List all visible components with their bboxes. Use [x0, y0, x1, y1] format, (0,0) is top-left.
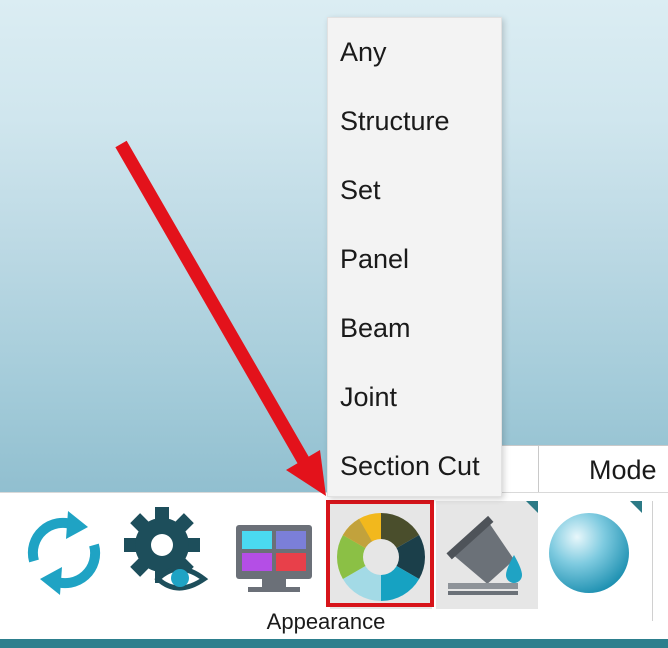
red-arrow-annotation [115, 140, 326, 496]
